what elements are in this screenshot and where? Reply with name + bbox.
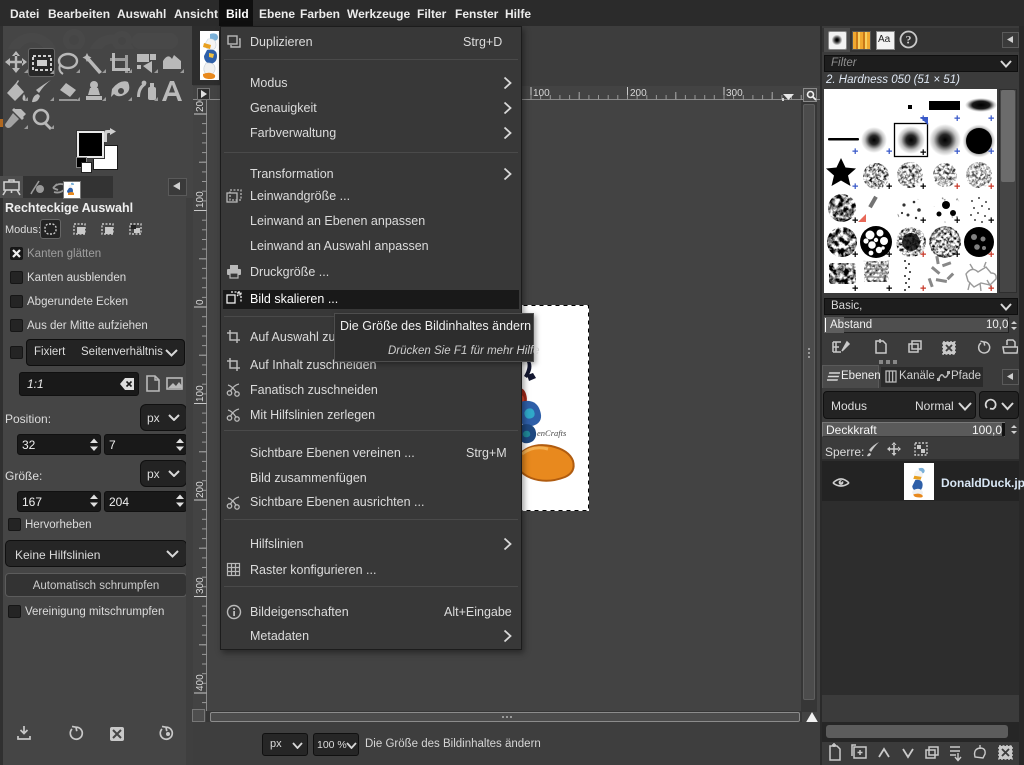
svg-text:+: + — [954, 181, 960, 193]
svg-text:+: + — [920, 283, 926, 293]
svg-text:?: ? — [906, 33, 912, 47]
svg-text:+: + — [988, 146, 994, 158]
svg-text:300: 300 — [726, 88, 743, 99]
svg-text:+: + — [988, 113, 994, 125]
svg-text:+: + — [852, 283, 858, 293]
svg-text:+: + — [988, 283, 994, 293]
svg-text:+: + — [954, 249, 960, 261]
svg-text:100: 100 — [195, 191, 206, 208]
svg-text:100: 100 — [195, 385, 206, 402]
svg-text:enCrafts: enCrafts — [537, 428, 567, 438]
svg-text:+: + — [920, 113, 926, 125]
svg-text:300: 300 — [195, 577, 206, 594]
svg-text:+: + — [852, 146, 858, 158]
svg-text:200: 200 — [195, 481, 206, 498]
svg-text:+: + — [954, 146, 960, 158]
svg-text:400: 400 — [195, 674, 206, 691]
svg-text:+: + — [852, 249, 858, 261]
svg-text:+: + — [886, 146, 892, 158]
svg-text:+: + — [920, 181, 926, 193]
svg-text:0: 0 — [195, 299, 206, 305]
svg-text:+: + — [920, 215, 926, 227]
svg-text:+: + — [954, 113, 960, 125]
svg-text:+: + — [988, 215, 994, 227]
svg-text:200: 200 — [195, 100, 206, 112]
svg-text:+: + — [886, 181, 892, 193]
svg-text:+: + — [886, 249, 892, 261]
svg-text:+: + — [886, 283, 892, 293]
svg-text:+: + — [954, 215, 960, 227]
svg-text:200: 200 — [630, 88, 647, 99]
svg-text:+: + — [852, 181, 858, 193]
svg-text:+: + — [988, 181, 994, 193]
svg-text:+: + — [988, 249, 994, 261]
svg-text:+: + — [852, 215, 858, 227]
svg-text:100: 100 — [533, 88, 550, 99]
svg-text:+: + — [920, 147, 926, 159]
svg-text:+: + — [920, 249, 926, 261]
